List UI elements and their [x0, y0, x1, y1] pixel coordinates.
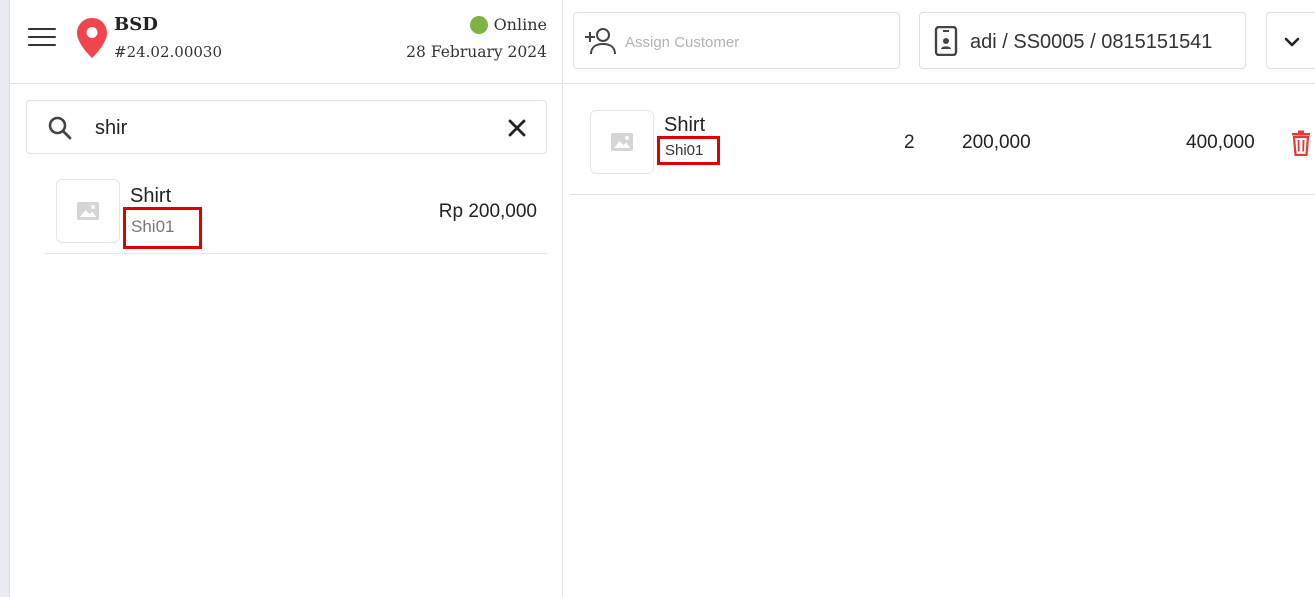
product-name: Shirt	[130, 185, 172, 207]
cart-panel: Assign Customer adi / SS0005 / 081515154…	[564, 0, 1315, 597]
assign-customer-placeholder: Assign Customer	[625, 34, 740, 51]
employee-label: adi / SS0005 / 0815151541	[970, 31, 1213, 53]
cart-line-item[interactable]: Shirt Shi01 2 200,000 400,000	[570, 96, 1315, 195]
chevron-down-icon	[1284, 37, 1300, 47]
left-edge-strip	[0, 0, 10, 597]
location-pin-icon	[77, 18, 107, 58]
cart-item-quantity[interactable]: 2	[904, 132, 915, 154]
search-icon	[48, 116, 72, 140]
status-dot-icon	[469, 15, 488, 34]
cart-item-thumbnail	[590, 110, 654, 174]
status-label: Online	[493, 15, 547, 34]
product-price: Rp 200,000	[438, 201, 537, 222]
cart-item-sku: Shi01	[657, 136, 720, 165]
assign-customer-button[interactable]: Assign Customer	[573, 12, 900, 69]
transaction-number: #24.02.00030	[114, 43, 222, 61]
store-header: BSD #24.02.00030 Online 28 February 2024	[10, 0, 563, 84]
product-panel: BSD #24.02.00030 Online 28 February 2024…	[10, 0, 563, 597]
product-sku: Shi01	[123, 207, 202, 249]
cart-item-unit-price: 200,000	[962, 132, 1031, 153]
product-thumbnail	[56, 179, 120, 243]
phone-icon	[934, 26, 958, 56]
image-placeholder-icon	[77, 202, 99, 220]
close-icon[interactable]	[506, 117, 528, 139]
trash-icon[interactable]	[1289, 130, 1313, 156]
cart-item-total: 400,000	[1186, 132, 1255, 153]
cart-item-name: Shirt	[664, 114, 706, 136]
employee-selector[interactable]: adi / SS0005 / 0815151541	[919, 12, 1246, 69]
search-input[interactable]	[95, 111, 485, 145]
product-search-box[interactable]	[26, 100, 547, 154]
add-person-icon	[585, 28, 616, 55]
product-list-item[interactable]: Shirt Shi01 Rp 200,000	[45, 172, 547, 254]
current-date: 28 February 2024	[406, 43, 547, 61]
image-placeholder-icon	[611, 133, 633, 151]
connection-status: Online	[469, 15, 547, 34]
cart-header: Assign Customer adi / SS0005 / 081515154…	[564, 0, 1315, 84]
menu-icon[interactable]	[26, 24, 58, 52]
options-dropdown[interactable]	[1266, 12, 1315, 69]
store-name: BSD	[114, 14, 158, 35]
